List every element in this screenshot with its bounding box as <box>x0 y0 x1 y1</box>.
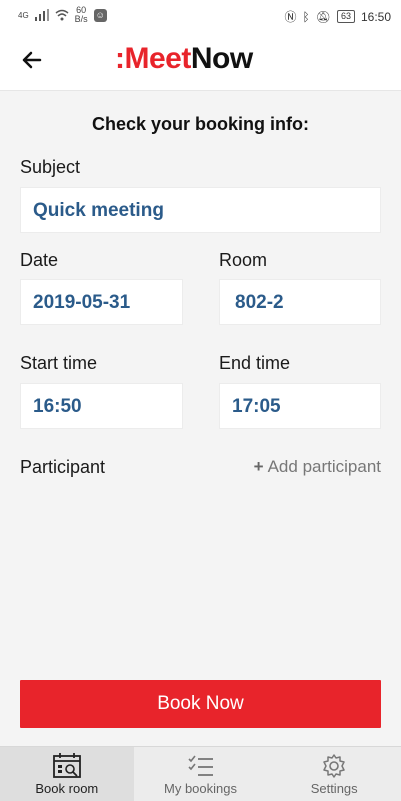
page-title: Check your booking info: <box>91 114 309 134</box>
end-time-field[interactable]: 17:05 <box>219 383 381 429</box>
start-time-label: Start time <box>20 353 98 373</box>
nav-label-settings: Settings <box>310 781 358 796</box>
room-field[interactable]: 802-2 <box>219 279 381 325</box>
logo-suffix: Now <box>190 42 253 75</box>
nav-label-book-room: Book room <box>35 781 99 796</box>
nav-my-bookings[interactable]: My bookings <box>134 747 268 801</box>
app-logo: :MeetNow <box>115 42 253 76</box>
nav-book-room[interactable]: Book room <box>0 747 134 801</box>
mute-icon: 🔕︎ <box>315 9 331 24</box>
speed-unit: B/s <box>74 14 88 24</box>
calendar-search-icon <box>52 753 81 778</box>
nav-settings[interactable]: Settings <box>267 747 401 801</box>
nfc-icon: Ⓝ <box>284 10 297 24</box>
checklist-icon <box>187 755 213 776</box>
add-participant-button[interactable]: + Add participant <box>254 457 381 477</box>
add-participant-label: Add participant <box>267 457 381 476</box>
nav-label-my-bookings: My bookings <box>164 781 237 796</box>
participant-label: Participant <box>20 457 106 477</box>
app-bar: :MeetNow <box>0 30 401 91</box>
room-label: Room <box>219 250 268 270</box>
network-speed: 60 B/s <box>75 6 88 24</box>
bottom-nav: Book room My bookings Settings <box>0 746 401 801</box>
clock: 16:50 <box>360 9 391 24</box>
back-arrow-icon <box>22 51 42 69</box>
battery-indicator: 63 <box>336 10 355 23</box>
bluetooth-icon: ᛒ <box>302 9 310 24</box>
logo-prefix: :Meet <box>115 42 191 75</box>
plus-icon: + <box>253 457 264 476</box>
subject-label: Subject <box>20 157 81 177</box>
subject-field[interactable]: Quick meeting <box>20 187 381 233</box>
end-time-label: End time <box>219 353 291 373</box>
status-bar: 4G 60 B/s ☺ Ⓝ ᛒ 🔕︎ 63 16:50 <box>0 0 401 30</box>
network-label: 4G <box>18 10 29 20</box>
back-button[interactable] <box>16 46 48 74</box>
start-time-field[interactable]: 16:50 <box>20 383 183 429</box>
book-now-button[interactable]: Book Now <box>20 680 381 728</box>
status-left: 4G 60 B/s ☺ <box>18 6 107 24</box>
signal-icon <box>34 9 49 21</box>
date-label: Date <box>20 250 59 270</box>
gear-icon <box>323 754 345 778</box>
app-notification-icon: ☺ <box>93 8 107 22</box>
date-field[interactable]: 2019-05-31 <box>20 279 183 325</box>
status-right: Ⓝ ᛒ 🔕︎ 63 16:50 <box>285 8 392 25</box>
wifi-icon <box>55 9 69 21</box>
